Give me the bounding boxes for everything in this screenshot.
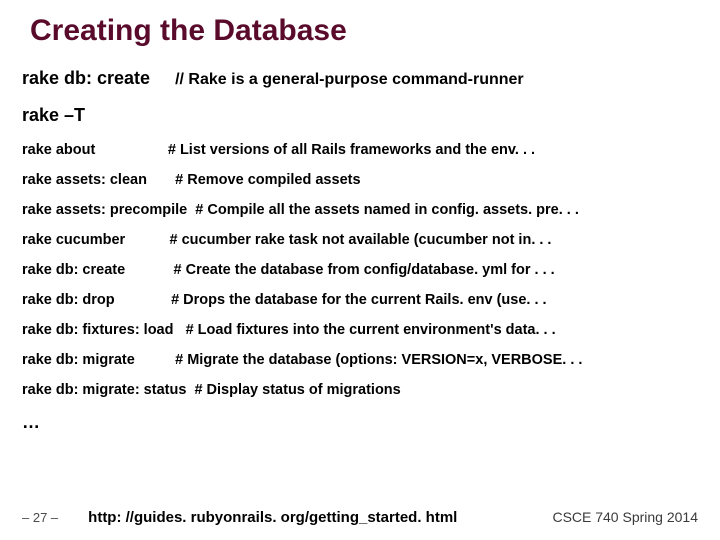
task-cmd: rake db: migrate: status <box>22 382 186 398</box>
slide: Creating the Database rake db: create //… <box>0 0 720 540</box>
task-row: rake db: migrate: status # Display statu… <box>22 382 698 398</box>
task-desc: # Create the database from config/databa… <box>174 262 555 278</box>
task-cmd: rake db: drop <box>22 292 115 308</box>
task-desc: # Migrate the database (options: VERSION… <box>175 352 582 368</box>
task-desc: # Remove compiled assets <box>175 172 360 188</box>
page-number: – 27 – <box>22 510 58 525</box>
footer: – 27 – http: //guides. rubyonrails. org/… <box>22 509 698 526</box>
task-desc: # Drops the database for the current Rai… <box>171 292 547 308</box>
task-desc: # cucumber rake task not available (cucu… <box>170 232 552 248</box>
footer-course: CSCE 740 Spring 2014 <box>552 509 698 525</box>
intro-comment: // Rake is a general-purpose command-run… <box>175 71 524 88</box>
ellipsis: … <box>22 412 698 433</box>
slide-title: Creating the Database <box>30 14 698 48</box>
task-row: rake about # List versions of all Rails … <box>22 142 698 158</box>
task-row: rake assets: precompile # Compile all th… <box>22 202 698 218</box>
task-row: rake db: create # Create the database fr… <box>22 262 698 278</box>
task-row: rake db: drop # Drops the database for t… <box>22 292 698 308</box>
task-desc: # Load fixtures into the current environ… <box>186 322 556 338</box>
task-cmd: rake db: fixtures: load <box>22 322 173 338</box>
task-cmd: rake assets: precompile <box>22 202 187 218</box>
task-cmd: rake assets: clean <box>22 172 147 188</box>
flag-line: rake –T <box>22 105 698 126</box>
footer-url: http: //guides. rubyonrails. org/getting… <box>58 509 552 526</box>
intro-line: rake db: create // Rake is a general-pur… <box>22 68 698 89</box>
task-desc: # Compile all the assets named in config… <box>195 202 579 218</box>
task-row: rake cucumber # cucumber rake task not a… <box>22 232 698 248</box>
task-cmd: rake cucumber <box>22 232 125 248</box>
intro-cmd: rake db: create <box>22 68 150 88</box>
task-cmd: rake db: migrate <box>22 352 135 368</box>
task-row: rake db: migrate # Migrate the database … <box>22 352 698 368</box>
task-row: rake db: fixtures: load # Load fixtures … <box>22 322 698 338</box>
task-desc: # List versions of all Rails frameworks … <box>168 142 535 158</box>
task-cmd: rake about <box>22 142 95 158</box>
task-cmd: rake db: create <box>22 262 125 278</box>
task-desc: # Display status of migrations <box>194 382 400 398</box>
task-row: rake assets: clean # Remove compiled ass… <box>22 172 698 188</box>
